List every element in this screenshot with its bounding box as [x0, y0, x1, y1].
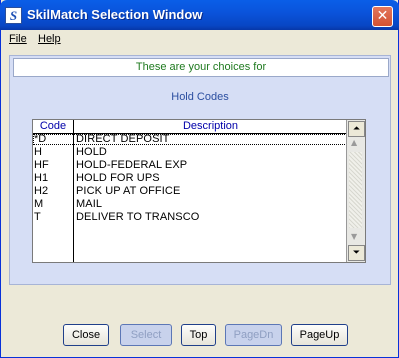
close-button[interactable]: Close — [63, 324, 109, 346]
choices-panel: These are your choices for Hold Codes Co… — [9, 55, 391, 285]
vertical-scrollbar[interactable]: ⏶ ▲ ▼ ⏷ — [346, 120, 365, 262]
page-down-button[interactable]: PageDn — [225, 324, 282, 346]
table-row[interactable]: H1 HOLD FOR UPS — [33, 173, 347, 184]
row-description: HOLD FOR UPS — [76, 172, 160, 184]
row-description: MAIL — [76, 198, 103, 210]
choices-caption: These are your choices for — [13, 58, 389, 77]
table-row[interactable]: H HOLD — [33, 147, 347, 158]
row-description: DIRECT DEPOSIT — [76, 133, 170, 145]
row-code: *D — [34, 133, 47, 145]
close-window-button[interactable]: ✕ — [372, 6, 393, 27]
menu-file[interactable]: File — [9, 33, 27, 45]
top-button[interactable]: Top — [181, 324, 216, 346]
row-description: HOLD-FEDERAL EXP — [76, 159, 188, 171]
client-area: These are your choices for Hold Codes Co… — [3, 49, 396, 353]
table-row[interactable]: HF HOLD-FEDERAL EXP — [33, 160, 347, 171]
page-up-button[interactable]: PageUp — [291, 324, 348, 346]
title-bar[interactable]: S SkilMatch Selection Window ✕ — [0, 0, 399, 30]
scroll-to-bottom-button[interactable]: ⏷ — [348, 245, 365, 261]
row-code: H2 — [34, 185, 49, 197]
table-row[interactable]: T DELIVER TO TRANSCO — [33, 212, 347, 223]
menu-help[interactable]: Help — [38, 33, 61, 45]
table-row[interactable]: M MAIL — [33, 199, 347, 210]
scroll-track[interactable] — [349, 152, 362, 228]
select-button[interactable]: Select — [120, 324, 172, 346]
app-icon: S — [5, 7, 22, 24]
menu-file-label: File — [9, 33, 27, 45]
list-subtitle: Hold Codes — [171, 91, 229, 103]
row-code: T — [34, 211, 41, 223]
scroll-down-arrow-icon[interactable]: ▼ — [351, 232, 357, 241]
row-code: H1 — [34, 172, 49, 184]
column-header-description[interactable]: Description — [74, 120, 347, 134]
table-row[interactable]: H2 PICK UP AT OFFICE — [33, 186, 347, 197]
scroll-up-arrow-icon[interactable]: ▲ — [351, 138, 357, 147]
row-code: HF — [34, 159, 49, 171]
menu-help-label: Help — [38, 33, 61, 45]
window-title: SkilMatch Selection Window — [27, 7, 203, 22]
row-description: HOLD — [76, 146, 107, 158]
selection-window: S SkilMatch Selection Window ✕ File Help… — [0, 0, 399, 358]
column-header-code[interactable]: Code — [33, 120, 74, 134]
row-code: H — [34, 146, 42, 158]
codes-grid[interactable]: Code Description *D DIRECT DEPOSIT H HOL… — [32, 119, 366, 263]
scroll-to-top-button[interactable]: ⏶ — [348, 121, 365, 137]
row-description: DELIVER TO TRANSCO — [76, 211, 200, 223]
row-code: M — [34, 198, 44, 210]
menu-bar: File Help — [1, 30, 398, 49]
row-description: PICK UP AT OFFICE — [76, 185, 181, 197]
table-row[interactable]: *D DIRECT DEPOSIT — [33, 134, 347, 145]
